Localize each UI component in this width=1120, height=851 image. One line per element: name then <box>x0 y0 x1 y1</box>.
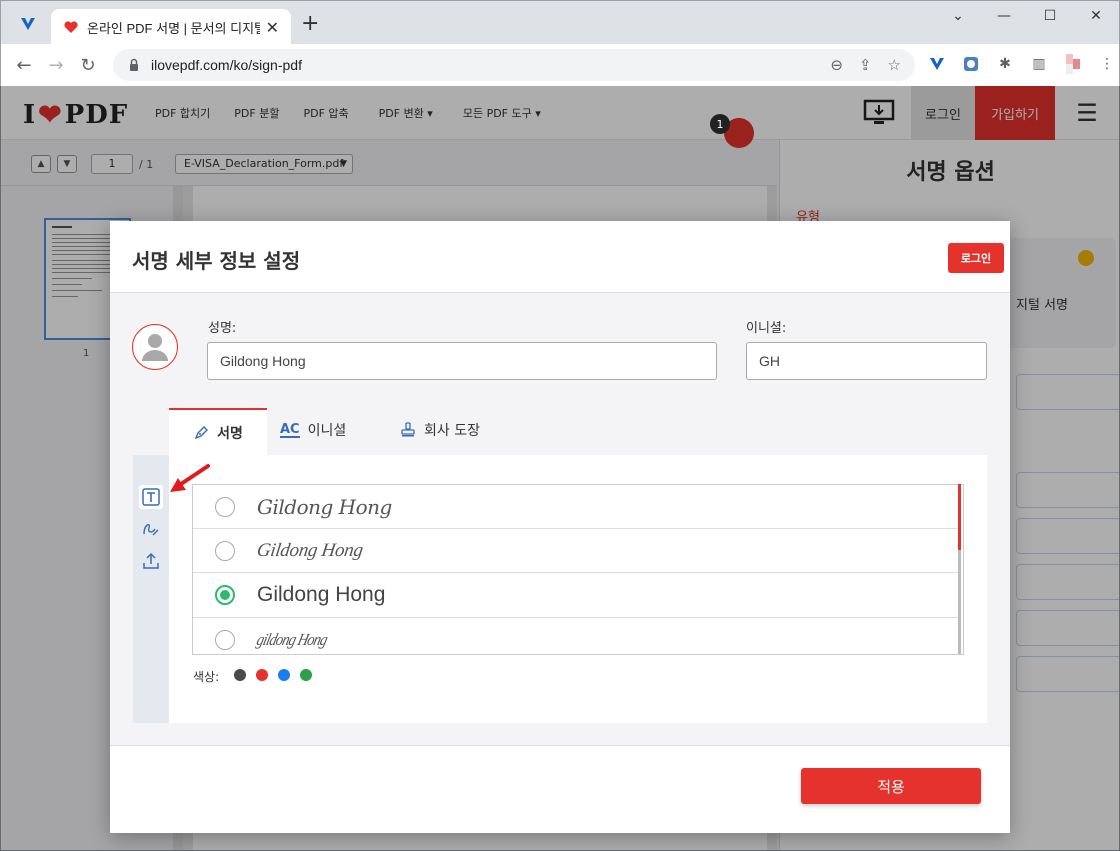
signature-style-list: Gildong Hong Gildong Hong Gildong Hong g… <box>192 484 964 655</box>
color-swatch-dark[interactable] <box>234 669 246 681</box>
name-label: 성명: <box>208 321 237 336</box>
browser-toolbar: ← → ↻ ilovepdf.com/ko/sign-pdf ⊖ ⇪ ☆ ✱ ▥… <box>0 44 1120 86</box>
draw-tool-icon[interactable] <box>139 517 163 541</box>
tab-initials[interactable]: AC 이니셜 <box>280 420 346 440</box>
tab-company-stamp[interactable]: 회사 도장 <box>400 420 480 440</box>
color-swatch-red[interactable] <box>256 669 268 681</box>
signature-option[interactable]: Gildong Hong <box>193 529 959 573</box>
zoom-icon[interactable]: ⊖ <box>830 56 843 74</box>
color-swatch-blue[interactable] <box>278 669 290 681</box>
apply-button[interactable]: 적용 <box>801 768 981 804</box>
browser-tabstrip: 온라인 PDF 서명 | 문서의 디지털 ✕ + ⌄ — ☐ ✕ <box>0 0 1120 45</box>
signature-option-radio[interactable] <box>215 540 235 561</box>
bookmark-star-icon[interactable]: ☆ <box>888 56 901 74</box>
initials-label: 이니셜: <box>746 321 787 336</box>
lock-icon <box>130 58 138 71</box>
tab-signature[interactable]: 서명 <box>169 408 267 455</box>
signature-option-radio[interactable] <box>215 496 235 517</box>
heart-favicon-icon <box>64 21 78 33</box>
name-field[interactable] <box>207 342 717 380</box>
reload-icon[interactable]: ↻ <box>77 54 99 76</box>
page-marker-badge: 1 <box>710 114 730 134</box>
signature-option-radio[interactable] <box>215 630 235 650</box>
browser-tab[interactable]: 온라인 PDF 서명 | 문서의 디지털 ✕ <box>51 9 291 45</box>
side-panel-icon[interactable]: ▥ <box>1029 54 1049 74</box>
tab-close-icon[interactable]: ✕ <box>266 18 279 37</box>
extension-globe-icon[interactable] <box>961 54 981 74</box>
upload-tool-icon[interactable] <box>139 549 163 573</box>
color-swatch-green[interactable] <box>300 669 312 681</box>
red-arrow-annotation <box>170 464 210 492</box>
share-icon[interactable]: ⇪ <box>859 56 872 74</box>
initials-field[interactable] <box>746 342 987 380</box>
user-icon <box>142 334 168 361</box>
modal-header: 서명 세부 정보 설정 로그인 <box>110 221 1010 293</box>
tab-title: 온라인 PDF 서명 | 문서의 디지털 <box>87 20 260 36</box>
address-bar[interactable]: ilovepdf.com/ko/sign-pdf ⊖ ⇪ ☆ <box>113 49 915 81</box>
url-text: ilovepdf.com/ko/sign-pdf <box>151 57 302 73</box>
list-scrollbar-thumb[interactable] <box>958 484 961 550</box>
close-window-button[interactable]: ✕ <box>1073 1 1119 31</box>
extensions-puzzle-icon[interactable]: ✱ <box>995 54 1015 74</box>
color-label: 색상: <box>193 670 220 684</box>
maximize-button[interactable]: ☐ <box>1027 1 1073 31</box>
text-tool-icon[interactable] <box>139 485 163 509</box>
tab-search-icon[interactable]: ⌄ <box>935 1 981 31</box>
back-icon[interactable]: ← <box>13 54 35 76</box>
modal-title: 서명 세부 정보 설정 <box>132 249 301 273</box>
signature-details-modal: 서명 세부 정보 설정 로그인 성명: 이니셜: 서명 AC 이니셜 회사 도장… <box>110 221 1010 833</box>
extension-v-icon[interactable] <box>927 54 947 74</box>
profile-avatar[interactable] <box>1063 54 1083 74</box>
modal-login-button[interactable]: 로그인 <box>948 243 1004 273</box>
forward-icon[interactable]: → <box>45 54 67 76</box>
browser-app-icon[interactable] <box>17 13 39 35</box>
new-tab-button[interactable]: + <box>301 13 319 35</box>
browser-menu-icon[interactable]: ⋮ <box>1097 54 1117 74</box>
minimize-button[interactable]: — <box>981 1 1027 31</box>
signature-option-radio[interactable] <box>215 585 235 605</box>
initials-ac-icon: AC <box>280 421 300 438</box>
signature-option[interactable]: Gildong Hong <box>193 485 959 529</box>
signature-option[interactable]: gildong Hong <box>193 618 959 654</box>
list-scrollbar-track[interactable] <box>958 550 961 654</box>
signature-option-selected[interactable]: Gildong Hong <box>193 573 959 618</box>
signature-tools <box>133 455 169 723</box>
stamp-icon <box>401 422 415 437</box>
pen-icon <box>194 425 209 439</box>
avatar <box>132 324 178 370</box>
